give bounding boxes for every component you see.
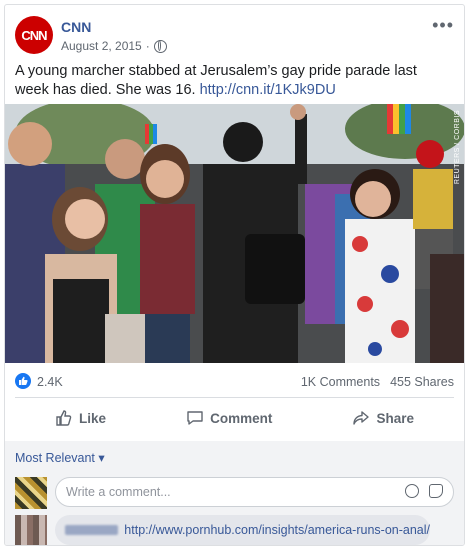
comment-share-counts: 1K Comments 455 Shares (301, 375, 454, 389)
logo-text: CNN (21, 27, 47, 43)
post-card: CNN CNN August 2, 2015 · ••• A young mar… (4, 4, 465, 546)
comment-count[interactable]: 1K Comments (301, 375, 380, 389)
like-label: Like (79, 410, 107, 426)
post-link[interactable]: http://cnn.it/1KJk9DU (200, 82, 336, 98)
commenter-avatar[interactable] (15, 515, 47, 545)
comment-bubble: http://www.pornhub.com/insights/america-… (55, 515, 430, 545)
like-reaction-icon[interactable] (15, 373, 31, 389)
emoji-icon[interactable] (405, 484, 419, 498)
share-count[interactable]: 455 Shares (390, 375, 454, 389)
more-options-icon[interactable]: ••• (432, 15, 454, 36)
comment-label: Comment (210, 410, 273, 426)
share-label: Share (376, 410, 414, 426)
avatar[interactable] (15, 477, 47, 509)
thumbs-up-icon (56, 410, 72, 426)
share-button[interactable]: Share (352, 409, 414, 427)
post-actions: Like Comment Share (15, 402, 454, 434)
globe-icon (153, 39, 167, 53)
comment-input[interactable]: Write a comment... (55, 477, 454, 507)
post-text: A young marcher stabbed at Jerusalem’s g… (15, 62, 452, 100)
divider (15, 397, 454, 398)
comment-link[interactable]: http://www.pornhub.com/insights/america-… (124, 523, 430, 537)
post-header: CNN CNN August 2, 2015 · ••• (13, 13, 456, 57)
post-date[interactable]: August 2, 2015 (61, 39, 142, 53)
meta-separator: · (145, 39, 150, 53)
crowd-photo-illustration (5, 104, 464, 363)
post-meta: August 2, 2015 · (61, 39, 167, 53)
reaction-stats: 2.4K 1K Comments 455 Shares (15, 371, 454, 393)
comment-input-placeholder: Write a comment... (66, 485, 171, 499)
photo-watermark: REUTERS / CORBIS (454, 110, 461, 185)
blurred-commenter-name[interactable] (65, 525, 119, 535)
cnn-logo-avatar[interactable]: CNN (15, 16, 53, 54)
page-name-link[interactable]: CNN (61, 19, 91, 35)
post-photo[interactable]: REUTERS / CORBIS (5, 104, 464, 363)
sticker-icon[interactable] (429, 484, 443, 498)
comments-section: Most Relevant ▾ Write a comment... http:… (5, 441, 464, 545)
like-button[interactable]: Like (55, 409, 106, 427)
sort-label: Most Relevant (15, 451, 95, 465)
comment-sort-dropdown[interactable]: Most Relevant ▾ (15, 450, 105, 465)
like-count[interactable]: 2.4K (37, 375, 63, 389)
caret-down-icon: ▾ (98, 451, 105, 465)
share-icon (353, 411, 370, 425)
comment-icon (187, 411, 203, 425)
comment-button[interactable]: Comment (186, 409, 272, 427)
